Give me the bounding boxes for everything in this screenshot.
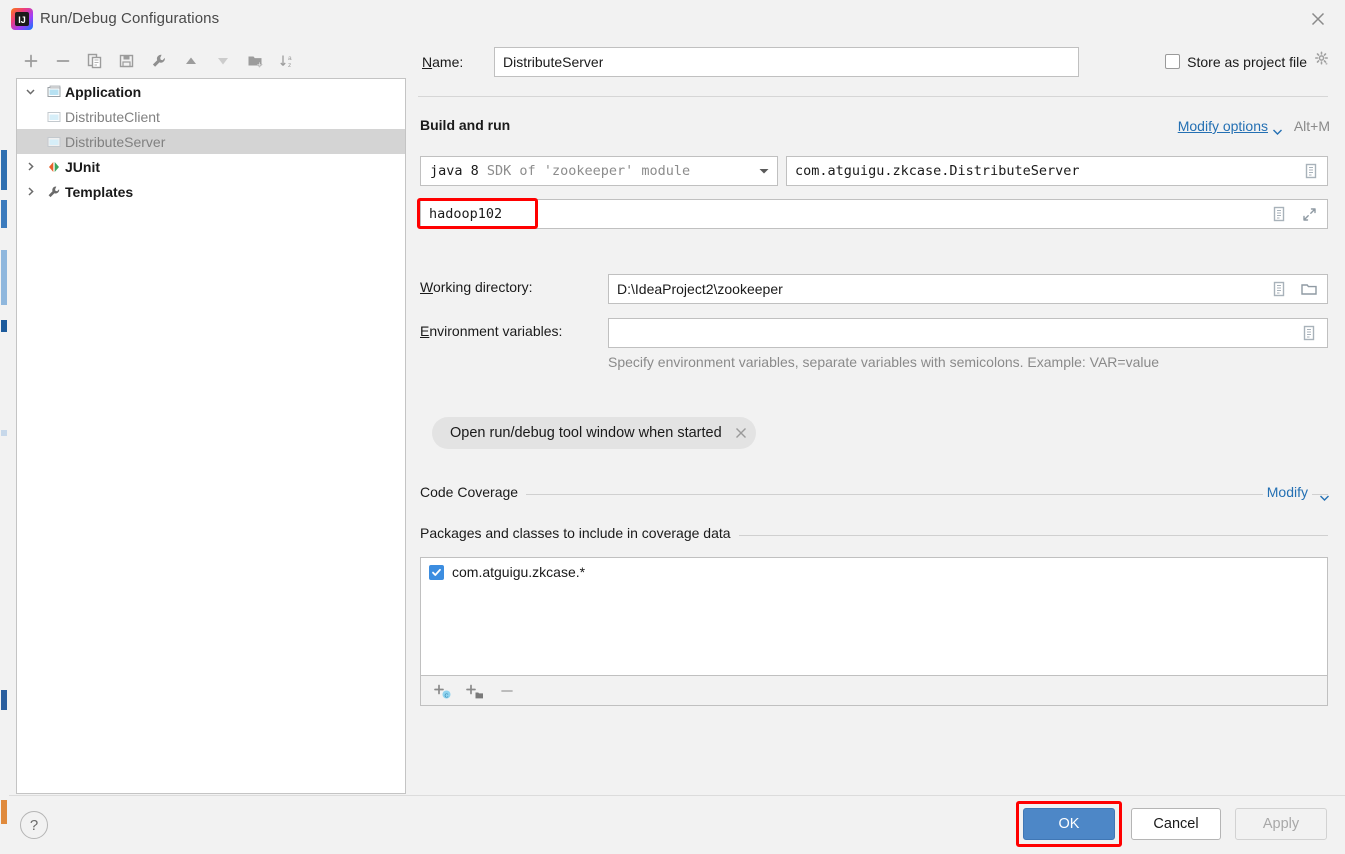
ok-button[interactable]: OK [1023, 808, 1115, 840]
gear-icon[interactable] [1314, 51, 1330, 72]
option-chip-label: Open run/debug tool window when started [450, 425, 722, 441]
section-divider [418, 96, 1328, 97]
configuration-editor-pane: Name: DistributeServer Store as project … [418, 44, 1330, 794]
tree-item-application[interactable]: Application [17, 79, 405, 104]
store-as-project-file-row[interactable]: Store as project file [1165, 51, 1330, 72]
chevron-down-icon[interactable] [1319, 489, 1330, 507]
tree-item-label: Templates [65, 183, 134, 200]
working-directory-value: D:\IdeaProject2\zookeeper [617, 281, 783, 297]
move-down-button[interactable] [208, 47, 238, 75]
environment-variables-hint: Specify environment variables, separate … [608, 354, 1160, 370]
window-edge-bleed [0, 0, 9, 854]
chevron-right-icon[interactable] [17, 186, 43, 197]
add-package-icon[interactable] [461, 678, 489, 704]
expand-list-icon[interactable] [1299, 323, 1319, 343]
junit-icon [43, 160, 65, 174]
store-as-project-file-label: Store as project file [1187, 53, 1307, 70]
main-class-value: com.atguigu.zkcase.DistributeServer [795, 163, 1080, 179]
environment-variables-input[interactable] [608, 318, 1328, 348]
modify-options-link[interactable]: Modify options [1178, 118, 1268, 134]
edit-templates-wrench-icon[interactable] [144, 47, 174, 75]
footer-divider [9, 795, 1345, 796]
code-coverage-title: Code Coverage [420, 484, 527, 500]
new-folder-button[interactable] [240, 47, 270, 75]
help-button[interactable]: ? [20, 811, 48, 839]
remove-configuration-button[interactable] [48, 47, 78, 75]
chevron-right-icon[interactable] [17, 161, 43, 172]
tree-item-junit[interactable]: JUnit [17, 154, 405, 179]
svg-text:IJ: IJ [18, 15, 26, 25]
name-value: DistributeServer [503, 54, 604, 70]
packages-title: Packages and classes to include in cover… [420, 525, 739, 541]
tree-item-label: JUnit [65, 158, 100, 175]
tree-item-label: Application [65, 83, 142, 100]
jre-sdk-combobox[interactable]: java 8 SDK of 'zookeeper' module [420, 156, 778, 186]
configurations-tree[interactable]: Application DistributeClient DistributeS… [16, 78, 406, 794]
cancel-button[interactable]: Cancel [1131, 808, 1221, 840]
copy-configuration-button[interactable] [80, 47, 110, 75]
working-directory-label: Working directory: [420, 279, 533, 295]
chevron-down-icon[interactable] [1272, 123, 1283, 141]
application-icon [43, 135, 65, 149]
coverage-entry-label: com.atguigu.zkcase.* [452, 564, 586, 580]
add-class-icon[interactable]: C [429, 678, 457, 704]
name-label: Name: [422, 54, 464, 70]
build-and-run-title: Build and run [420, 117, 511, 133]
tree-item-label: DistributeClient [65, 108, 160, 125]
add-configuration-button[interactable] [16, 47, 46, 75]
coverage-entries-list[interactable]: com.atguigu.zkcase.* [420, 557, 1328, 676]
expand-editor-icon[interactable] [1299, 204, 1319, 224]
modify-options-shortcut: Alt+M [1293, 118, 1330, 134]
option-chip-open-tool-window[interactable]: Open run/debug tool window when started [432, 417, 756, 449]
sort-az-button[interactable]: a z [272, 47, 302, 75]
coverage-list-toolbar: C [420, 676, 1328, 706]
list-item[interactable]: com.atguigu.zkcase.* [421, 558, 1327, 580]
jre-sdk-value: java 8 SDK of 'zookeeper' module [430, 163, 691, 179]
intellij-idea-logo-icon: IJ [11, 8, 33, 30]
tree-item-label: DistributeServer [65, 133, 166, 150]
chevron-down-icon[interactable] [757, 163, 771, 179]
apply-button: Apply [1235, 808, 1327, 840]
close-icon[interactable] [1305, 6, 1331, 32]
svg-text:z: z [288, 62, 291, 69]
program-arguments-input[interactable]: hadoop102 [420, 199, 1328, 229]
remove-entry-icon[interactable] [493, 678, 521, 704]
wrench-icon [43, 185, 65, 199]
application-icon [43, 110, 65, 124]
run-debug-configurations-dialog: IJ Run/Debug Configurations a z Applicat… [0, 0, 1345, 854]
working-directory-input[interactable]: D:\IdeaProject2\zookeeper [608, 274, 1328, 304]
move-up-button[interactable] [176, 47, 206, 75]
expand-list-icon[interactable] [1269, 279, 1289, 299]
code-coverage-modify-link[interactable]: Modify [1262, 484, 1312, 500]
chevron-down-icon[interactable] [17, 86, 43, 97]
dialog-title: Run/Debug Configurations [40, 10, 220, 27]
configurations-toolbar: a z [16, 46, 408, 76]
svg-text:a: a [288, 55, 292, 62]
code-coverage-divider [420, 494, 1328, 495]
program-arguments-value: hadoop102 [429, 206, 503, 222]
browse-folder-icon[interactable] [1299, 279, 1319, 299]
expand-list-icon[interactable] [1269, 204, 1289, 224]
environment-variables-label: Environment variables: [420, 323, 563, 339]
close-icon[interactable] [732, 424, 750, 442]
svg-text:C: C [445, 693, 449, 699]
main-class-input[interactable]: com.atguigu.zkcase.DistributeServer [786, 156, 1328, 186]
save-configuration-button[interactable] [112, 47, 142, 75]
expand-list-icon[interactable] [1301, 161, 1321, 181]
coverage-entry-checkbox[interactable] [429, 564, 444, 580]
title-bar: IJ Run/Debug Configurations [0, 0, 1345, 38]
application-icon [43, 85, 65, 99]
tree-item-distributeclient[interactable]: DistributeClient [17, 104, 405, 129]
tree-item-distributeserver[interactable]: DistributeServer [17, 129, 405, 154]
tree-item-templates[interactable]: Templates [17, 179, 405, 204]
store-as-project-file-checkbox[interactable] [1165, 54, 1181, 69]
name-input[interactable]: DistributeServer [494, 47, 1079, 77]
